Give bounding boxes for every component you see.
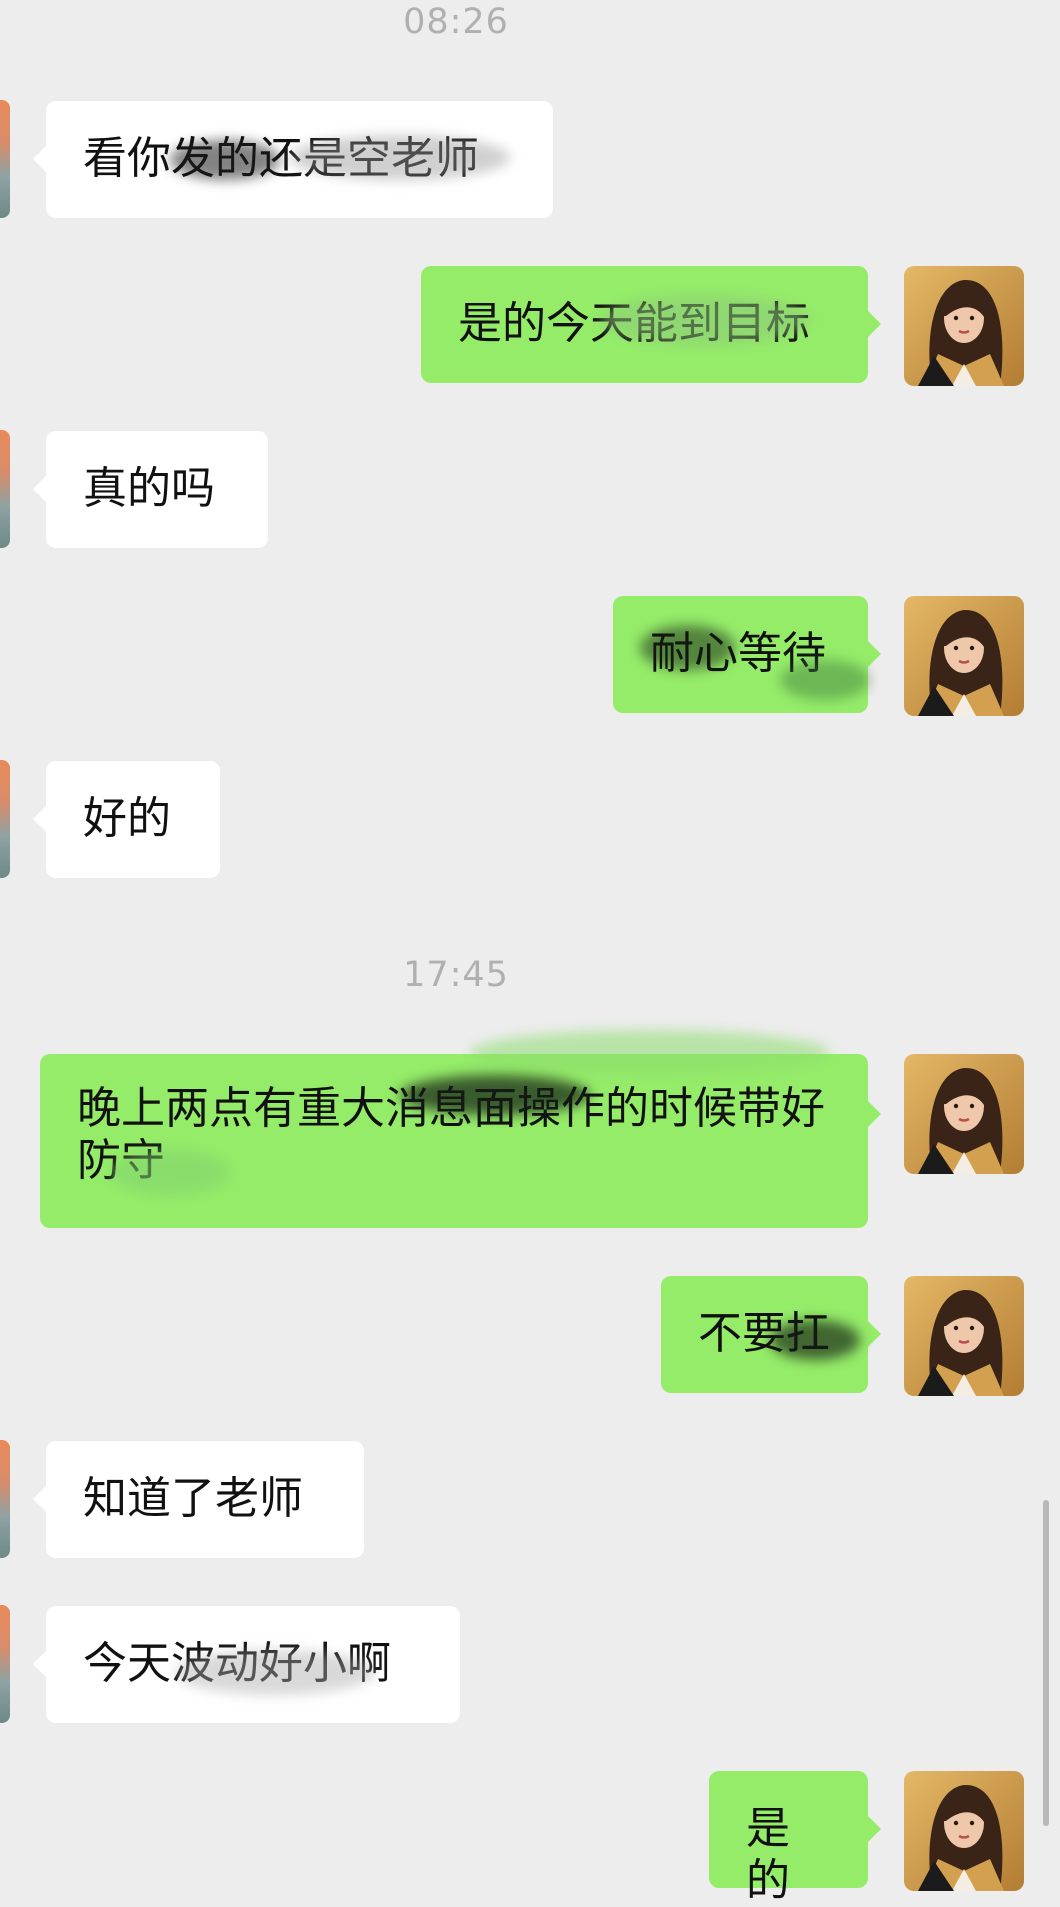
message-bubble-incoming[interactable]: 真的吗 — [46, 431, 268, 548]
message-bubble-outgoing[interactable]: 晚上两点有重大消息面操作的时候带好防守 — [40, 1054, 868, 1228]
bubble-tail — [868, 311, 881, 337]
message-text: 真的吗 — [83, 463, 215, 514]
bubble-tail — [868, 1101, 881, 1127]
bubble-tail — [33, 806, 46, 832]
woman-in-blazer-avatar-icon — [904, 1771, 1024, 1891]
message-bubble-outgoing[interactable]: 不要扛 — [661, 1276, 868, 1393]
message-bubble-outgoing[interactable]: 是的今天能到目标 — [421, 266, 868, 383]
self-avatar-icon[interactable] — [904, 596, 1024, 716]
bubble-tail — [33, 476, 46, 502]
peer-avatar-icon[interactable] — [0, 430, 10, 548]
message-bubble-incoming[interactable]: 看你发的还是空老师 — [46, 101, 553, 218]
message-bubble-incoming[interactable]: 好的 — [46, 761, 220, 878]
peer-avatar-icon[interactable] — [0, 1440, 10, 1558]
message-bubble-outgoing[interactable]: 耐心等待 — [613, 596, 868, 713]
timestamp: 17:45 — [403, 955, 509, 995]
peer-avatar-icon[interactable] — [0, 760, 10, 878]
message-text: 好的 — [83, 793, 171, 844]
bubble-tail — [33, 1486, 46, 1512]
self-avatar-icon[interactable] — [904, 266, 1024, 386]
message-text: 今天波动好小啊 — [83, 1638, 391, 1689]
message-text: 看你发的还是空老师 — [83, 133, 479, 184]
bubble-tail — [33, 146, 46, 172]
message-bubble-outgoing[interactable]: 是的 — [709, 1771, 868, 1906]
message-text: 是的今天能到目标 — [458, 298, 810, 349]
scrollbar[interactable] — [1043, 1500, 1049, 1826]
bubble-tail — [868, 1816, 881, 1842]
message-text: 耐心等待 — [650, 628, 826, 679]
message-text: 知道了老师 — [83, 1473, 303, 1524]
woman-in-blazer-avatar-icon — [904, 266, 1024, 386]
message-bubble-incoming[interactable]: 知道了老师 — [46, 1441, 364, 1558]
self-avatar-icon[interactable] — [904, 1276, 1024, 1396]
bubble-tail — [868, 1321, 881, 1347]
timestamp: 08:26 — [403, 2, 509, 42]
message-text: 是的 — [746, 1803, 790, 1906]
bubble-tail — [868, 641, 881, 667]
bubble-tail — [33, 1651, 46, 1677]
message-bubble-incoming[interactable]: 今天波动好小啊 — [46, 1606, 460, 1723]
peer-avatar-icon[interactable] — [0, 100, 10, 218]
message-text: 不要扛 — [698, 1308, 830, 1359]
peer-avatar-icon[interactable] — [0, 1605, 10, 1723]
woman-in-blazer-avatar-icon — [904, 1276, 1024, 1396]
message-text: 晚上两点有重大消息面操作的时候带好防守 — [77, 1083, 825, 1186]
woman-in-blazer-avatar-icon — [904, 596, 1024, 716]
woman-in-blazer-avatar-icon — [904, 1054, 1024, 1174]
self-avatar-icon[interactable] — [904, 1771, 1024, 1891]
self-avatar-icon[interactable] — [904, 1054, 1024, 1174]
